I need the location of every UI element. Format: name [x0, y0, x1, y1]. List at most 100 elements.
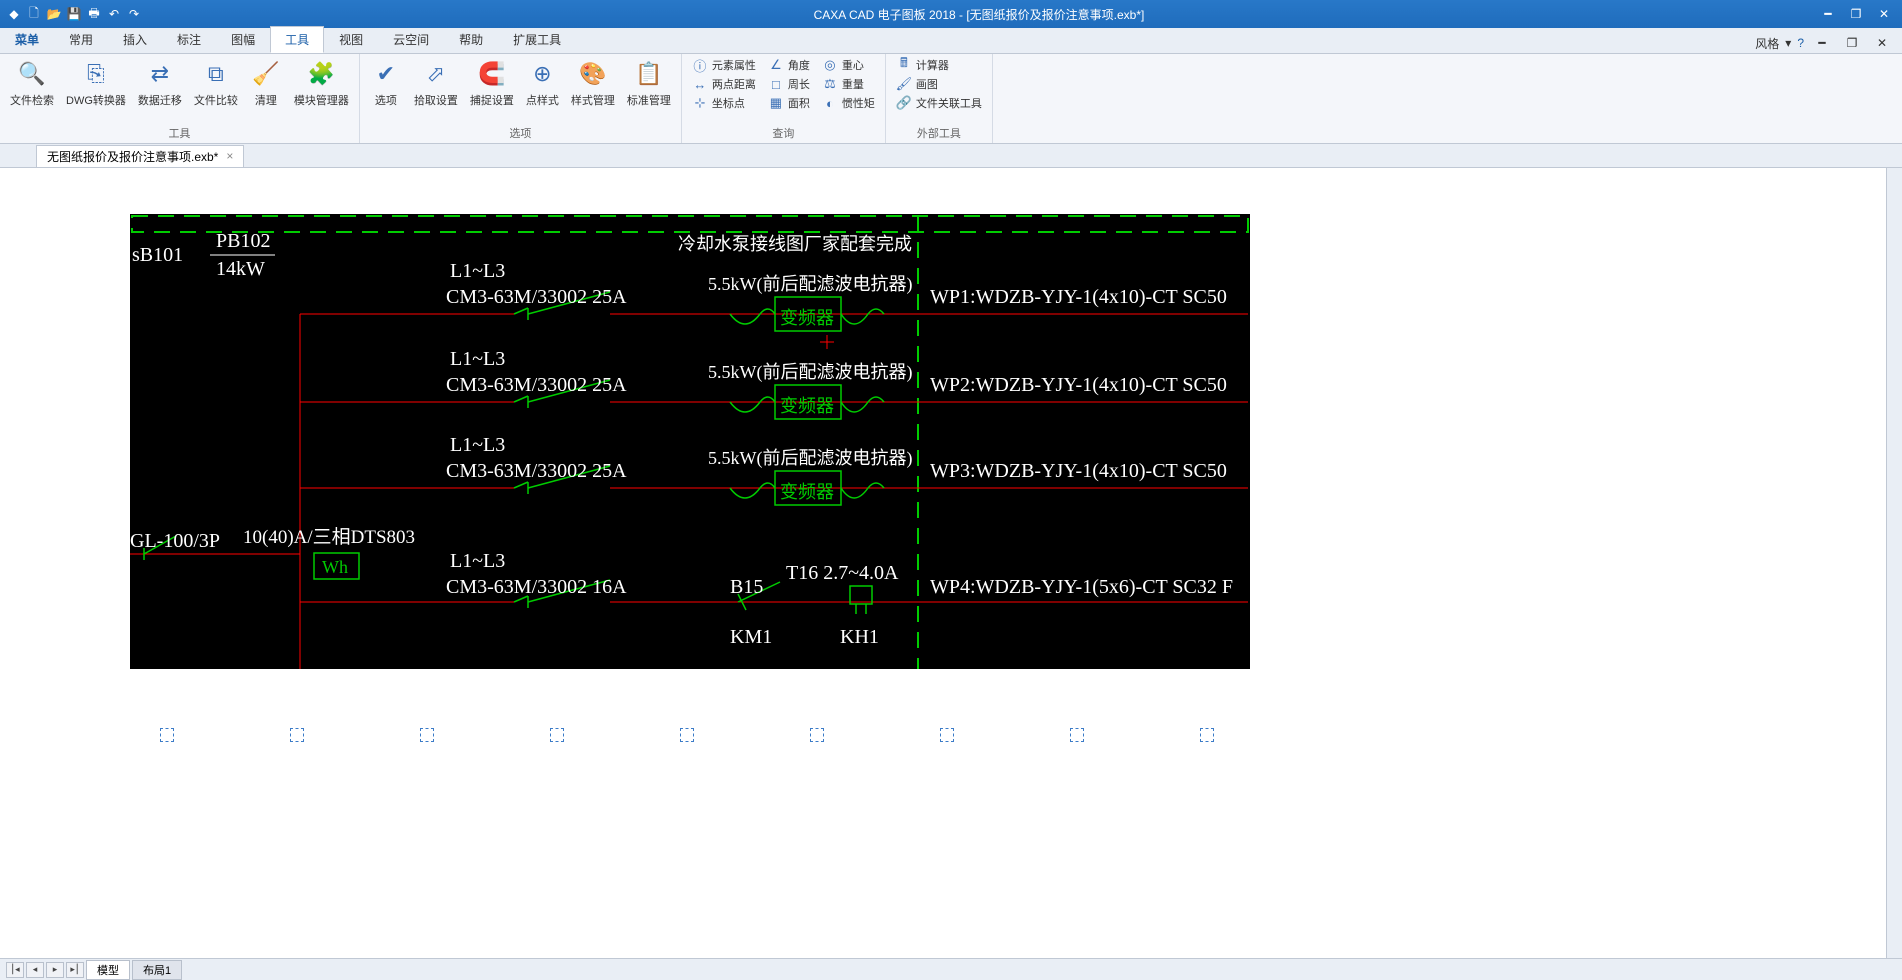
menu-tab-cloud[interactable]: 云空间 — [378, 26, 444, 53]
btn-two-point[interactable]: ↔两点距离 — [686, 75, 762, 93]
close-button[interactable]: ✕ — [1872, 4, 1896, 24]
titlebar: ◆ 🗋 📂 💾 🖶 ↶ ↷ CAXA CAD 电子图板 2018 - [无图纸报… — [0, 0, 1902, 28]
selection-marker — [550, 728, 564, 742]
view-first-button[interactable]: ⎮◂ — [6, 962, 24, 978]
cad-label-b15: B15 — [730, 576, 763, 599]
app-icon: ◆ — [6, 6, 22, 22]
puzzle-icon: 🧩 — [305, 58, 337, 90]
btn-style-mgr[interactable]: 🎨样式管理 — [565, 56, 621, 110]
menu-tab-ext[interactable]: 扩展工具 — [498, 26, 576, 53]
menu-tab-sheet[interactable]: 图幅 — [216, 26, 270, 53]
selection-marker — [810, 728, 824, 742]
doc-restore-button[interactable]: ❐ — [1840, 33, 1864, 53]
area-icon: ▦ — [768, 95, 784, 111]
btn-label: 惯性矩 — [842, 95, 875, 111]
magnet-icon: 🧲 — [476, 58, 508, 90]
btn-weight[interactable]: ⚖重量 — [816, 75, 881, 93]
qat-undo-icon[interactable]: ↶ — [106, 6, 122, 22]
btn-paint[interactable]: 🖌画图 — [890, 75, 988, 93]
doc-tab-label: 无图纸报价及报价注意事项.exb* — [47, 148, 218, 165]
minimize-button[interactable]: ━ — [1816, 4, 1840, 24]
btn-element-prop[interactable]: ⓘ元素属性 — [686, 56, 762, 74]
menubar: 菜单 常用 插入 标注 图幅 工具 视图 云空间 帮助 扩展工具 风格 ▾ ? … — [0, 28, 1902, 54]
btn-clean[interactable]: 🧹清理 — [244, 56, 288, 110]
cad-label-note: 冷却水泵接线图厂家配套完成 — [678, 230, 912, 256]
selection-marker — [940, 728, 954, 742]
qat-open-icon[interactable]: 📂 — [46, 6, 62, 22]
qat-new-icon[interactable]: 🗋 — [26, 6, 42, 22]
ribbon-group-options: ✔选项 ⬀拾取设置 🧲捕捉设置 ⊕点样式 🎨样式管理 📋标准管理 选项 — [360, 54, 682, 143]
info-icon: ⓘ — [692, 57, 708, 73]
selection-marker — [1070, 728, 1084, 742]
cad-label-wp4: WP4:WDZB-YJY-1(5x6)-CT SC32 F — [930, 576, 1233, 599]
btn-standard-mgr[interactable]: 📋标准管理 — [621, 56, 677, 110]
cad-label-pb102: PB102 — [216, 230, 270, 253]
menu-tab-tools[interactable]: 工具 — [270, 26, 324, 53]
doc-tab-close-icon[interactable]: × — [226, 149, 233, 163]
help-icon[interactable]: ? — [1797, 36, 1804, 50]
btn-file-assoc[interactable]: 🔗文件关联工具 — [890, 94, 988, 112]
btn-file-compare[interactable]: ⧉文件比较 — [188, 56, 244, 110]
qat-print-icon[interactable]: 🖶 — [86, 6, 102, 22]
btn-calculator[interactable]: 🖩计算器 — [890, 56, 988, 74]
menu-tab-insert[interactable]: 插入 — [108, 26, 162, 53]
btn-angle[interactable]: ∠角度 — [762, 56, 816, 74]
doc-tabs: 无图纸报价及报价注意事项.exb* × — [0, 144, 1902, 168]
btn-centroid[interactable]: ◎重心 — [816, 56, 881, 74]
migrate-icon: ⇄ — [144, 58, 176, 90]
menu-tab-view[interactable]: 视图 — [324, 26, 378, 53]
menu-tab-common[interactable]: 常用 — [54, 26, 108, 53]
view-last-button[interactable]: ▸⎮ — [66, 962, 84, 978]
cad-label-vfdspec-2: 5.5kW(前后配滤波电抗器) — [708, 358, 912, 384]
btn-label: 模块管理器 — [294, 92, 349, 108]
btn-snap[interactable]: 🧲 捕捉设置 — [464, 56, 520, 110]
view-next-button[interactable]: ▸ — [46, 962, 64, 978]
menu-tab-annotate[interactable]: 标注 — [162, 26, 216, 53]
selection-marker — [680, 728, 694, 742]
btn-data-migrate[interactable]: ⇄ 数据迁移 — [132, 56, 188, 110]
btn-point-style[interactable]: ⊕点样式 — [520, 56, 565, 110]
btn-module-mgr[interactable]: 🧩 模块管理器 — [288, 56, 355, 110]
btn-inertia[interactable]: ◐惯性矩 — [816, 94, 881, 112]
btn-label: 捕捉设置 — [470, 92, 514, 108]
doc-tab-active[interactable]: 无图纸报价及报价注意事项.exb* × — [36, 145, 244, 167]
view-prev-button[interactable]: ◂ — [26, 962, 44, 978]
vertical-scrollbar[interactable] — [1886, 168, 1902, 958]
cad-canvas[interactable]: sB101 PB102 14kW 冷却水泵接线图厂家配套完成 L1~L3 CM3… — [130, 214, 1250, 669]
doc-minimize-button[interactable]: ━ — [1810, 33, 1834, 53]
btn-label: 计算器 — [916, 57, 949, 73]
btn-coord[interactable]: ⊹坐标点 — [686, 94, 762, 112]
btn-label: 坐标点 — [712, 95, 745, 111]
btn-label: 元素属性 — [712, 57, 756, 73]
btn-label: 点样式 — [526, 92, 559, 108]
btn-label: 数据迁移 — [138, 92, 182, 108]
cad-label-14kw: 14kW — [216, 258, 265, 281]
cad-label-vfdspec-1: 5.5kW(前后配滤波电抗器) — [708, 270, 912, 296]
canvas-area[interactable]: sB101 PB102 14kW 冷却水泵接线图厂家配套完成 L1~L3 CM3… — [0, 168, 1902, 958]
view-tab-layout1[interactable]: 布局1 — [132, 960, 182, 980]
doc-close-button[interactable]: ✕ — [1870, 33, 1894, 53]
selection-marker — [1200, 728, 1214, 742]
btn-perimeter[interactable]: □周长 — [762, 75, 816, 93]
cad-label-wp2: WP2:WDZB-YJY-1(4x10)-CT SC50 — [930, 374, 1227, 397]
menu-tab-main[interactable]: 菜单 — [0, 26, 54, 53]
view-tabs: ⎮◂ ◂ ▸ ▸⎮ 模型 布局1 — [0, 958, 1902, 980]
view-tab-model[interactable]: 模型 — [86, 960, 130, 980]
btn-label: 角度 — [788, 57, 810, 73]
btn-options[interactable]: ✔选项 — [364, 56, 408, 110]
chevron-down-icon[interactable]: ▾ — [1785, 36, 1791, 50]
cad-label-wh: Wh — [322, 557, 348, 578]
style-label[interactable]: 风格 — [1755, 35, 1779, 52]
cad-label-sb101: sB101 — [132, 244, 183, 267]
maximize-button[interactable]: ❐ — [1844, 4, 1868, 24]
menu-tab-help[interactable]: 帮助 — [444, 26, 498, 53]
btn-pick[interactable]: ⬀拾取设置 — [408, 56, 464, 110]
btn-file-search[interactable]: 🔍文件检索 — [4, 56, 60, 110]
btn-area[interactable]: ▦面积 — [762, 94, 816, 112]
broom-icon: 🧹 — [250, 58, 282, 90]
btn-dwg-convert[interactable]: ⎘DWG转换器 — [60, 56, 132, 110]
calc-icon: 🖩 — [896, 57, 912, 73]
qat-redo-icon[interactable]: ↷ — [126, 6, 142, 22]
cad-label-meter: 10(40)A/三相DTS803 — [243, 522, 415, 549]
qat-save-icon[interactable]: 💾 — [66, 6, 82, 22]
